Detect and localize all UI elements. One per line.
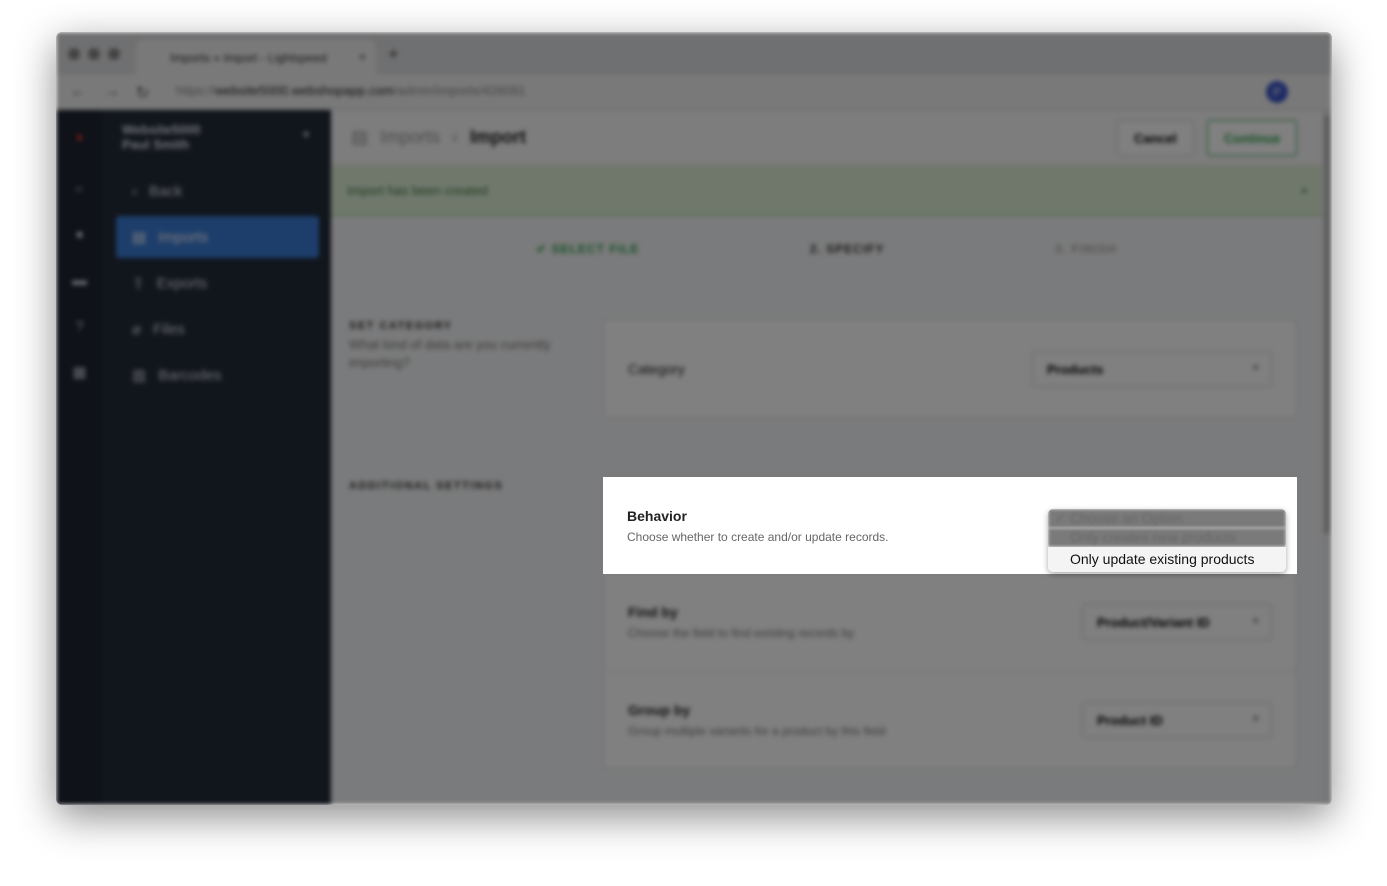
checkmark-icon: ✓ bbox=[1054, 510, 1066, 526]
behavior-label: Behavior bbox=[627, 507, 687, 524]
sidebar-item-back[interactable]: ‹ Back bbox=[116, 170, 319, 212]
chevron-down-icon: ▼ bbox=[301, 130, 311, 141]
barcode-icon: ▥ bbox=[132, 367, 147, 384]
forward-icon[interactable]: → bbox=[104, 83, 120, 101]
new-tab-icon[interactable]: + bbox=[388, 44, 399, 65]
address-bar: ← → ↻ https://website5000.webshopapp.com… bbox=[56, 75, 1332, 110]
breadcrumb-imports[interactable]: Imports bbox=[380, 127, 440, 148]
page-title: Import bbox=[470, 127, 527, 147]
tab-bar: Imports » Import - Lightspeed × + bbox=[56, 32, 1332, 75]
dimmed-background: Imports » Import - Lightspeed × + ← → ↻ h… bbox=[56, 32, 1332, 805]
page-header: ▤ Imports › Import Cancel Continue bbox=[331, 110, 1322, 166]
success-banner: Import has been created × bbox=[331, 166, 1322, 216]
close-tab-icon[interactable]: × bbox=[359, 50, 366, 64]
bell-icon[interactable]: ● bbox=[56, 212, 103, 258]
option-choose[interactable]: ✓ Choose an Option bbox=[1048, 509, 1286, 528]
stepper: ✔ SELECT FILE 2. SPECIFY 3. FINISH bbox=[331, 216, 1322, 282]
close-icon[interactable]: × bbox=[1300, 183, 1308, 198]
profile-avatar[interactable]: P bbox=[1266, 81, 1288, 103]
chevron-left-icon: ‹ bbox=[132, 182, 137, 200]
sidebar-item-exports[interactable]: ⇪ Exports bbox=[116, 262, 319, 304]
step-3: 3. FINISH bbox=[1055, 242, 1117, 256]
find-by-row: Find by Choose the field to find existing… bbox=[604, 574, 1296, 671]
scrollbar[interactable] bbox=[1322, 110, 1332, 805]
url-field[interactable]: https://website5000.webshopapp.com/admin… bbox=[176, 83, 526, 98]
find-by-select[interactable]: Product/Variant ID bbox=[1082, 604, 1272, 640]
group-by-row: Group by Group multiple variants for a pr… bbox=[604, 671, 1296, 768]
search-icon[interactable]: ⌕ bbox=[56, 166, 103, 212]
window-controls[interactable] bbox=[68, 48, 120, 60]
chat-icon[interactable]: ▬ bbox=[56, 258, 103, 304]
continue-button[interactable]: Continue bbox=[1207, 120, 1298, 156]
option-update-existing[interactable]: Only update existing products bbox=[1048, 547, 1286, 572]
sidebar: Website5000 Paul Smith ▼ ‹ Back ▤ Imports ⇪ E… bbox=[104, 110, 331, 805]
category-select[interactable]: Products bbox=[1032, 350, 1272, 387]
icon-rail: ♦ ⌕ ● ▬ ? ▦ bbox=[56, 110, 104, 805]
browser-window: Imports » Import - Lightspeed × + ← → ↻ h… bbox=[56, 32, 1332, 805]
back-icon[interactable]: ← bbox=[70, 83, 86, 101]
help-icon[interactable]: ? bbox=[56, 304, 103, 350]
category-card: Category Products bbox=[603, 319, 1297, 418]
group-by-select[interactable]: Product ID bbox=[1082, 701, 1272, 738]
account-switcher[interactable]: Website5000 Paul Smith ▼ bbox=[104, 110, 331, 166]
sidebar-item-imports[interactable]: ▤ Imports bbox=[116, 216, 319, 258]
paperclip-icon: ⌀ bbox=[132, 321, 142, 338]
export-icon: ⇪ bbox=[132, 275, 145, 292]
reload-icon[interactable]: ↻ bbox=[136, 83, 149, 103]
step-1: ✔ SELECT FILE bbox=[536, 242, 640, 256]
additional-settings-heading: ADDITIONAL SETTINGS bbox=[349, 480, 504, 492]
main-content: ▤ Imports › Import Cancel Continue Import h… bbox=[331, 110, 1322, 805]
option-create-new[interactable]: Only creates new products bbox=[1048, 528, 1286, 547]
sidebar-item-barcodes[interactable]: ▥ Barcodes bbox=[116, 354, 319, 396]
file-icon: ▤ bbox=[351, 127, 369, 147]
sidebar-item-files[interactable]: ⌀ Files bbox=[116, 308, 319, 350]
breadcrumb: ▤ Imports › Import bbox=[351, 127, 527, 148]
file-icon: ▤ bbox=[132, 229, 147, 246]
browser-tab[interactable]: Imports » Import - Lightspeed × bbox=[136, 40, 376, 75]
cancel-button[interactable]: Cancel bbox=[1117, 120, 1194, 156]
logo-icon: ♦ bbox=[75, 129, 84, 146]
tab-title: Imports » Import - Lightspeed bbox=[170, 51, 327, 65]
step-2: 2. SPECIFY bbox=[809, 242, 885, 256]
set-category-heading: SET CATEGORY What kind of data are you cu… bbox=[349, 320, 551, 370]
check-icon: ✔ bbox=[536, 242, 552, 256]
behavior-description: Choose whether to create and/or update r… bbox=[627, 529, 889, 544]
behavior-dropdown-menu[interactable]: ✓ Choose an Option Only creates new produ… bbox=[1048, 509, 1286, 572]
calendar-icon[interactable]: ▦ bbox=[56, 350, 103, 396]
